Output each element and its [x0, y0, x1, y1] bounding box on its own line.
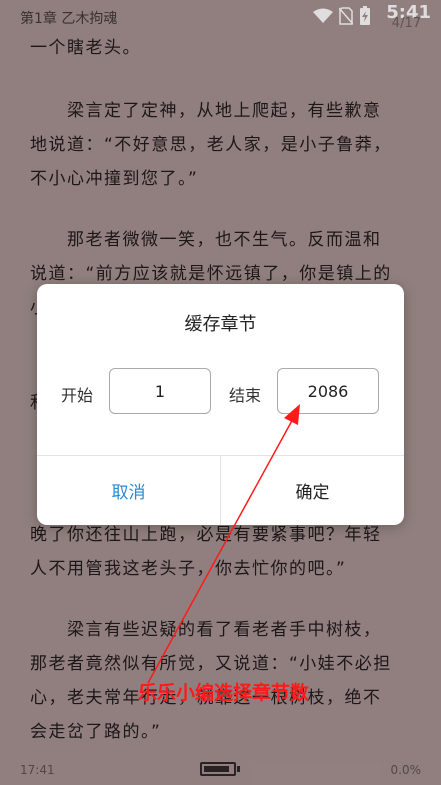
end-label: 结束: [229, 386, 262, 405]
start-label: 开始: [61, 386, 94, 405]
annotation-label: 乐乐小编选择章节数: [138, 682, 310, 704]
cancel-button[interactable]: 取消: [37, 456, 220, 525]
dialog-title: 缓存章节: [184, 314, 257, 335]
confirm-button[interactable]: 确定: [221, 456, 404, 525]
end-chapter-input[interactable]: [277, 368, 379, 414]
cache-chapters-dialog: 缓存章节 开始 结束 取消 确定: [37, 284, 404, 525]
start-chapter-input[interactable]: [109, 368, 211, 414]
